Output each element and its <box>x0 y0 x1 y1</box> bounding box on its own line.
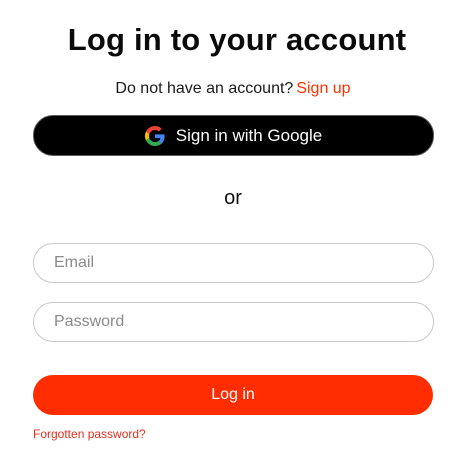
password-field-wrapper <box>33 302 434 342</box>
page-title: Log in to your account <box>67 22 407 57</box>
signup-link[interactable]: Sign up <box>296 80 350 97</box>
google-g-icon <box>144 125 165 146</box>
email-field-wrapper <box>33 243 434 283</box>
login-button[interactable]: Log in <box>33 375 433 415</box>
email-field[interactable] <box>34 244 414 282</box>
login-button-label: Log in <box>211 386 255 403</box>
or-divider: or <box>224 187 242 209</box>
forgot-password-link[interactable]: Forgotten password? <box>33 427 146 441</box>
google-signin-button[interactable]: Sign in with Google <box>33 115 434 156</box>
signup-prompt-line: Do not have an account? Sign up <box>0 79 466 99</box>
google-signin-label: Sign in with Google <box>175 125 323 145</box>
signup-prompt-text: Do not have an account? <box>115 80 294 97</box>
password-field[interactable] <box>34 303 414 341</box>
